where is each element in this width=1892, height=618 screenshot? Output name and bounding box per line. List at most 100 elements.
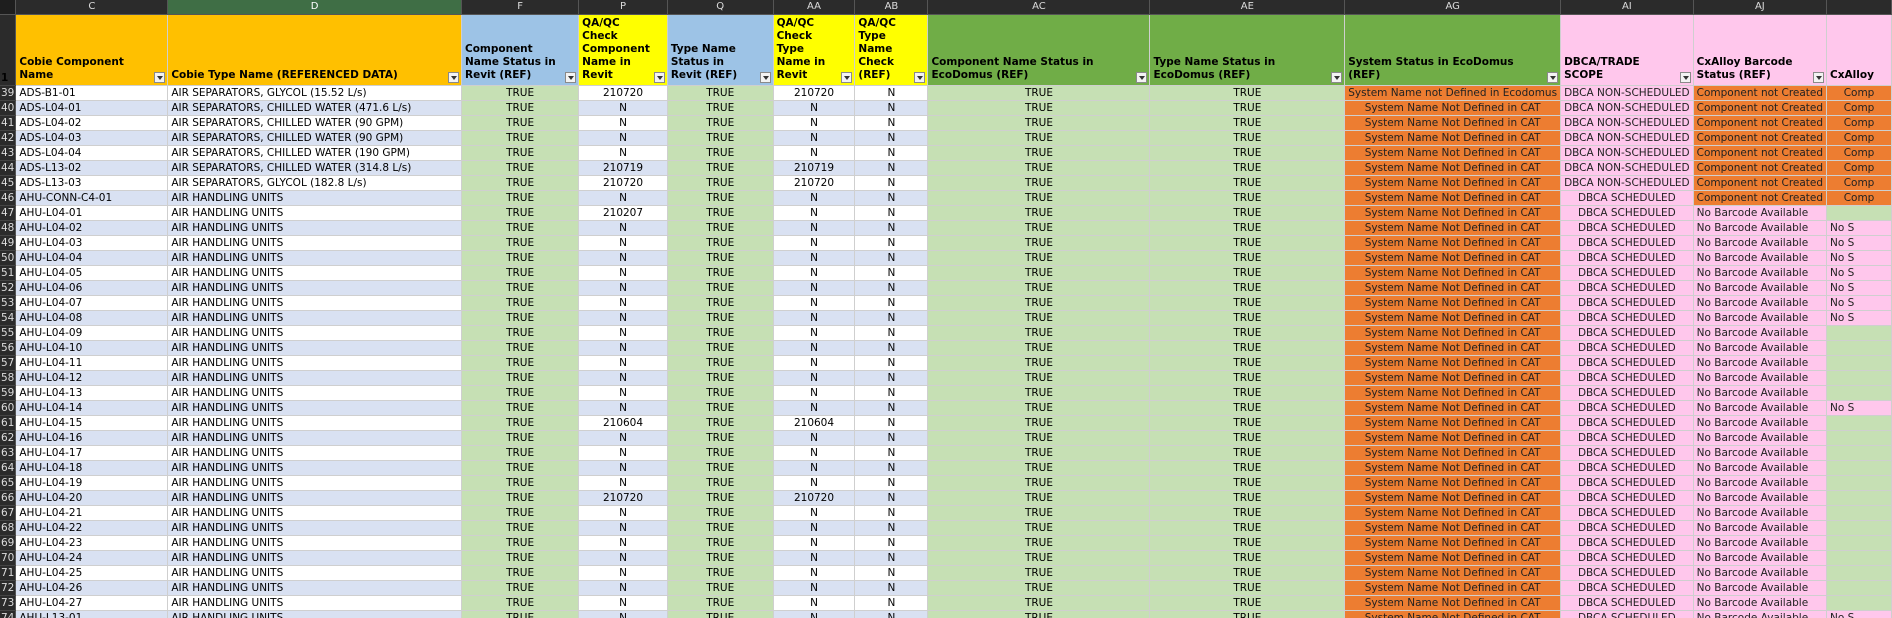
cell-ak[interactable] <box>1826 535 1892 551</box>
cell-aj[interactable]: Component not Created <box>1693 145 1828 161</box>
cell-ak[interactable] <box>1826 475 1892 491</box>
cell-ai[interactable]: DBCA SCHEDULED <box>1560 595 1694 611</box>
cell-name[interactable]: AHU-L04-02 <box>15 220 169 236</box>
cell-aj[interactable]: No Barcode Available <box>1693 325 1828 341</box>
cell-aj[interactable]: No Barcode Available <box>1693 205 1828 221</box>
cell-ag[interactable]: System Name not Defined in Ecodomus <box>1344 85 1562 101</box>
cell-q[interactable]: TRUE <box>667 220 774 236</box>
cell-type[interactable]: AIR HANDLING UNITS <box>167 250 462 266</box>
filter-dropdown-icon[interactable] <box>759 72 771 83</box>
cell-ag[interactable]: System Name Not Defined in CAT <box>1344 175 1562 191</box>
cell-ac[interactable]: TRUE <box>927 85 1151 101</box>
filter-dropdown-icon[interactable] <box>1331 72 1343 83</box>
cell-ac[interactable]: TRUE <box>927 400 1151 416</box>
cell-ae[interactable]: TRUE <box>1149 475 1346 491</box>
cell-ac[interactable]: TRUE <box>927 295 1151 311</box>
cell-type[interactable]: AIR HANDLING UNITS <box>167 400 462 416</box>
cell-p[interactable]: N <box>578 190 668 206</box>
cell-f[interactable]: TRUE <box>461 490 580 506</box>
cell-ac[interactable]: TRUE <box>927 340 1151 356</box>
row-number[interactable]: 49 <box>0 235 17 251</box>
cell-ab[interactable]: N <box>854 160 929 176</box>
column-letter-aa[interactable]: AA <box>773 0 856 15</box>
cell-ai[interactable]: DBCA SCHEDULED <box>1560 250 1694 266</box>
cell-ae[interactable]: TRUE <box>1149 520 1346 536</box>
cell-ab[interactable]: N <box>854 130 929 146</box>
cell-name[interactable]: AHU-L04-15 <box>15 415 169 431</box>
column-letter-next[interactable] <box>1826 0 1892 15</box>
cell-f[interactable]: TRUE <box>461 295 580 311</box>
cell-p[interactable]: N <box>578 550 668 566</box>
cell-name[interactable]: AHU-L04-08 <box>15 310 169 326</box>
row-number[interactable]: 39 <box>0 85 17 101</box>
cell-type[interactable]: AIR HANDLING UNITS <box>167 475 462 491</box>
cell-ab[interactable]: N <box>854 340 929 356</box>
cell-ac[interactable]: TRUE <box>927 580 1151 596</box>
cell-ag[interactable]: System Name Not Defined in CAT <box>1344 430 1562 446</box>
cell-ai[interactable]: DBCA NON-SCHEDULED <box>1560 145 1694 161</box>
cell-ai[interactable]: DBCA SCHEDULED <box>1560 355 1694 371</box>
filter-dropdown-icon[interactable] <box>1813 72 1825 83</box>
cell-ag[interactable]: System Name Not Defined in CAT <box>1344 190 1562 206</box>
cell-aa[interactable]: N <box>773 535 856 551</box>
column-letter-ac[interactable]: AC <box>927 0 1151 15</box>
cell-type[interactable]: AIR HANDLING UNITS <box>167 280 462 296</box>
cell-ae[interactable]: TRUE <box>1149 280 1346 296</box>
cell-ak[interactable]: No S <box>1826 220 1892 236</box>
cell-type[interactable]: AIR HANDLING UNITS <box>167 220 462 236</box>
cell-name[interactable]: AHU-L04-20 <box>15 490 169 506</box>
cell-ab[interactable]: N <box>854 190 929 206</box>
cell-aj[interactable]: Component not Created <box>1693 85 1828 101</box>
cell-q[interactable]: TRUE <box>667 340 774 356</box>
cell-aj[interactable]: No Barcode Available <box>1693 490 1828 506</box>
cell-ab[interactable]: N <box>854 415 929 431</box>
cell-f[interactable]: TRUE <box>461 565 580 581</box>
cell-q[interactable]: TRUE <box>667 280 774 296</box>
cell-ab[interactable]: N <box>854 610 929 618</box>
header-cell[interactable]: DBCA/TRADE SCOPE <box>1560 14 1694 86</box>
column-letter-d[interactable]: D <box>167 0 462 15</box>
cell-aa[interactable]: N <box>773 205 856 221</box>
cell-f[interactable]: TRUE <box>461 430 580 446</box>
cell-aa[interactable]: 210720 <box>773 85 856 101</box>
cell-aa[interactable]: N <box>773 130 856 146</box>
cell-f[interactable]: TRUE <box>461 115 580 131</box>
cell-ae[interactable]: TRUE <box>1149 295 1346 311</box>
cell-ac[interactable]: TRUE <box>927 460 1151 476</box>
cell-aa[interactable]: N <box>773 190 856 206</box>
cell-ak[interactable] <box>1826 370 1892 386</box>
cell-aa[interactable]: N <box>773 265 856 281</box>
cell-ai[interactable]: DBCA SCHEDULED <box>1560 580 1694 596</box>
cell-type[interactable]: AIR HANDLING UNITS <box>167 235 462 251</box>
cell-type[interactable]: AIR SEPARATORS, GLYCOL (182.8 L/s) <box>167 175 462 191</box>
cell-f[interactable]: TRUE <box>461 385 580 401</box>
cell-p[interactable]: N <box>578 340 668 356</box>
cell-p[interactable]: 210604 <box>578 415 668 431</box>
cell-f[interactable]: TRUE <box>461 580 580 596</box>
cell-aa[interactable]: N <box>773 400 856 416</box>
cell-aa[interactable]: N <box>773 445 856 461</box>
cell-ak[interactable] <box>1826 580 1892 596</box>
cell-aa[interactable]: 210720 <box>773 490 856 506</box>
cell-q[interactable]: TRUE <box>667 145 774 161</box>
cell-ae[interactable]: TRUE <box>1149 445 1346 461</box>
cell-aa[interactable]: 210720 <box>773 175 856 191</box>
cell-ab[interactable]: N <box>854 310 929 326</box>
cell-q[interactable]: TRUE <box>667 520 774 536</box>
cell-ak[interactable]: Comp <box>1826 100 1892 116</box>
cell-ab[interactable]: N <box>854 490 929 506</box>
filter-dropdown-icon[interactable] <box>154 72 166 83</box>
filter-dropdown-icon[interactable] <box>565 72 577 83</box>
cell-name[interactable]: ADS-L13-03 <box>15 175 169 191</box>
cell-aj[interactable]: No Barcode Available <box>1693 295 1828 311</box>
cell-ag[interactable]: System Name Not Defined in CAT <box>1344 265 1562 281</box>
cell-aj[interactable]: No Barcode Available <box>1693 610 1828 618</box>
cell-ae[interactable]: TRUE <box>1149 160 1346 176</box>
cell-aj[interactable]: No Barcode Available <box>1693 520 1828 536</box>
cell-ag[interactable]: System Name Not Defined in CAT <box>1344 445 1562 461</box>
cell-ae[interactable]: TRUE <box>1149 430 1346 446</box>
cell-ae[interactable]: TRUE <box>1149 175 1346 191</box>
cell-q[interactable]: TRUE <box>667 490 774 506</box>
cell-type[interactable]: AIR SEPARATORS, CHILLED WATER (190 GPM) <box>167 145 462 161</box>
cell-p[interactable]: N <box>578 295 668 311</box>
